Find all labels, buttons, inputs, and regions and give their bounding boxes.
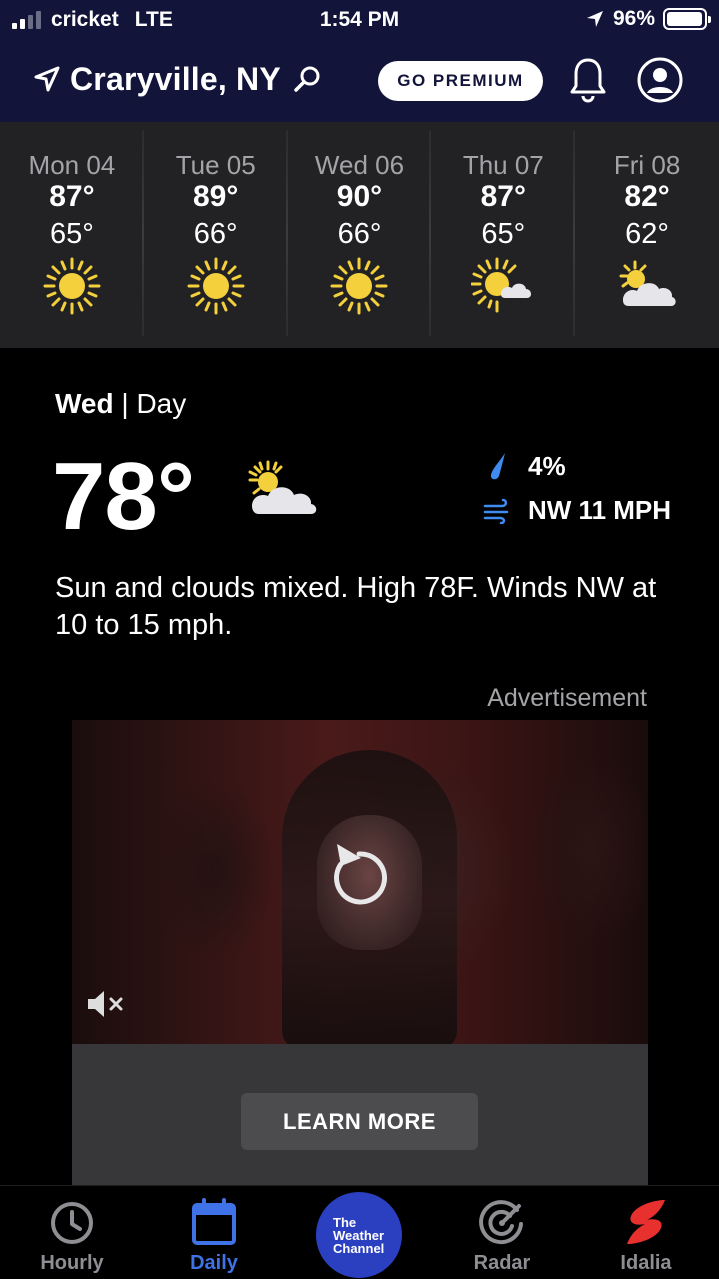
forecast-high: 87°	[480, 180, 526, 213]
forecast-day-name: Wed 06	[314, 150, 405, 180]
battery-percent: 96%	[612, 7, 655, 30]
raindrop-icon	[490, 453, 505, 480]
nav-label: Hourly	[40, 1252, 104, 1274]
nav-daily[interactable]: Daily	[159, 1186, 269, 1275]
ad-footer: LEARN MORE	[72, 1044, 648, 1186]
location-arrow-icon	[34, 66, 60, 92]
nav-hourly[interactable]: Hourly	[17, 1186, 127, 1275]
sunny-icon	[43, 257, 101, 315]
wind-icon	[483, 498, 509, 524]
forecast-day[interactable]: Thu 07 87° 65°	[431, 122, 575, 348]
precip-chance: 4%	[528, 451, 566, 481]
account-icon[interactable]	[636, 56, 684, 104]
forecast-high: 90°	[336, 180, 383, 213]
nav-idalia[interactable]: Idalia	[591, 1186, 701, 1275]
bell-icon[interactable]	[569, 56, 607, 104]
nav-radar[interactable]: Radar	[447, 1186, 557, 1275]
learn-more-button[interactable]: LEARN MORE	[241, 1093, 478, 1150]
forecast-low: 66°	[193, 218, 238, 250]
search-icon[interactable]	[292, 64, 322, 94]
nav-label: Daily	[190, 1252, 238, 1274]
daily-forecast-strip: Mon 04 87° 65° Tue 05 89° 66° Wed 06 90°…	[0, 122, 719, 348]
location-name[interactable]: Craryville, NY	[70, 61, 281, 98]
forecast-narrative: Sun and clouds mixed. High 78F. Winds NW…	[55, 572, 657, 641]
nav-label: Idalia	[620, 1252, 672, 1274]
forecast-low: 65°	[481, 218, 526, 250]
logo-line: Weather	[333, 1227, 385, 1243]
weather-channel-logo[interactable]: The Weather Channel	[316, 1192, 402, 1278]
bottom-nav: Hourly Daily The Weather Channel Radar I…	[0, 1185, 719, 1279]
forecast-low: 62°	[625, 218, 670, 250]
wind-speed: NW 11 MPH	[528, 495, 672, 525]
forecast-low: 65°	[49, 218, 94, 250]
ad-label: Advertisement	[487, 684, 647, 712]
forecast-day[interactable]: Wed 06 90° 66°	[288, 122, 432, 348]
hurricane-icon	[627, 1200, 665, 1244]
forecast-day[interactable]: Fri 08 82° 62°	[575, 122, 719, 348]
forecast-high: 87°	[49, 180, 95, 213]
forecast-high: 82°	[624, 180, 670, 213]
forecast-high: 89°	[193, 180, 239, 213]
detail-day: Wed	[55, 388, 114, 419]
detail-period: Day	[136, 388, 187, 419]
forecast-low: 66°	[337, 218, 382, 250]
status-right: 96%	[585, 7, 711, 31]
sunny-icon	[330, 257, 388, 315]
forecast-day[interactable]: Mon 04 87° 65°	[0, 122, 144, 348]
ad-video[interactable]	[72, 720, 648, 1044]
forecast-day-name: Mon 04	[28, 150, 116, 180]
calendar-icon	[192, 1198, 236, 1245]
app-header: Craryville, NY GO PREMIUM	[0, 40, 719, 122]
sunny-icon	[187, 257, 245, 315]
nav-label: Radar	[473, 1252, 531, 1274]
mute-icon[interactable]	[86, 988, 126, 1020]
detail-separator: |	[113, 388, 137, 419]
forecast-day-name: Thu 07	[462, 150, 544, 180]
detail-temperature: 78°	[52, 443, 195, 550]
logo-line: Channel	[333, 1240, 385, 1256]
forecast-day-name: Tue 05	[175, 150, 256, 180]
logo-line: The	[333, 1214, 357, 1230]
partly-cloudy-icon	[619, 260, 676, 306]
mostly-sunny-icon	[471, 257, 532, 313]
radar-icon	[479, 1200, 523, 1245]
go-premium-button[interactable]: GO PREMIUM	[378, 61, 543, 101]
forecast-day[interactable]: Tue 05 89° 66°	[144, 122, 288, 348]
clock-icon	[51, 1202, 93, 1244]
status-bar: cricket LTE 1:54 PM 96%	[0, 0, 719, 40]
detail-title: Wed | Day	[55, 388, 186, 420]
location-services-icon	[586, 11, 603, 27]
forecast-day-name: Fri 08	[613, 150, 681, 180]
replay-icon[interactable]	[327, 840, 391, 910]
partly-cloudy-icon	[248, 460, 317, 514]
battery-icon	[663, 8, 711, 30]
